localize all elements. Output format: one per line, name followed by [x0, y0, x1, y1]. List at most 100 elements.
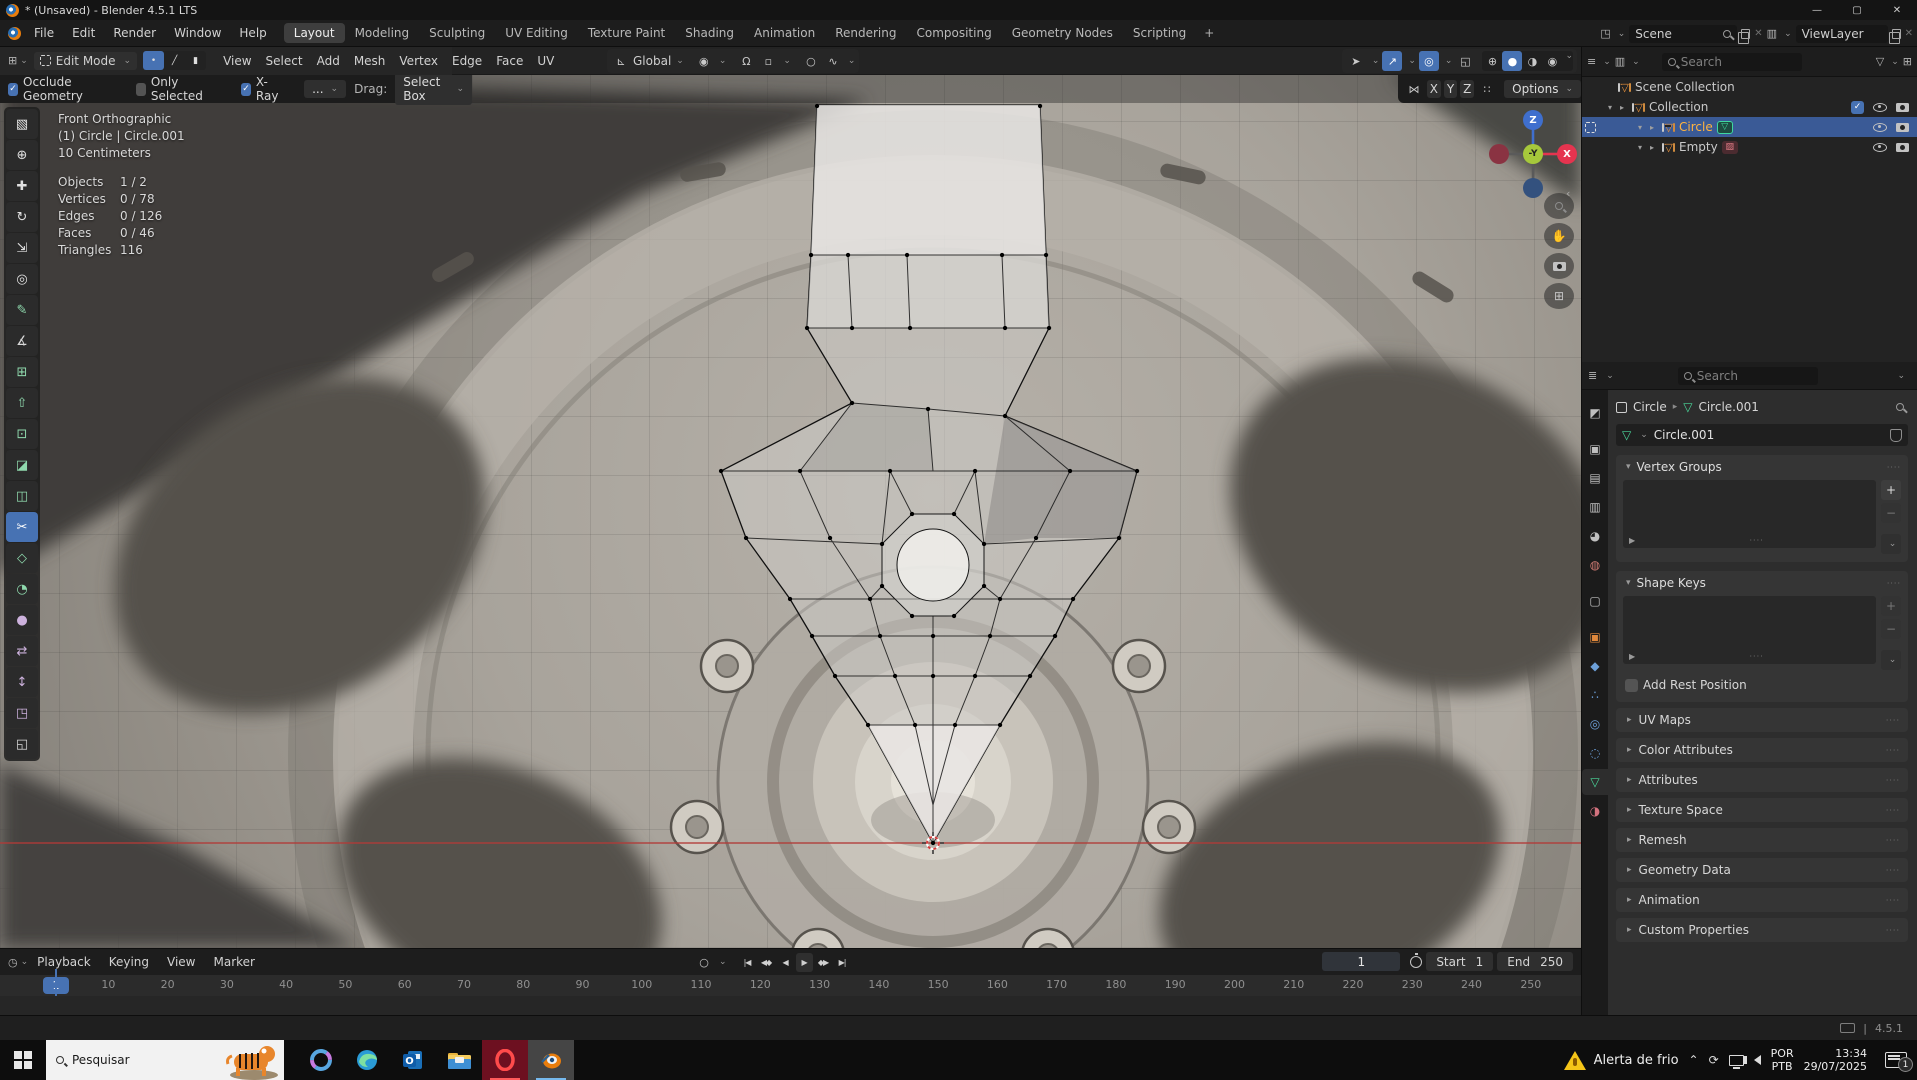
collapsed-panel[interactable]: ▸ Animation ···· — [1616, 888, 1908, 912]
ptab-view-layer[interactable]: ▥ — [1582, 494, 1608, 520]
disable-render-icon[interactable] — [1896, 142, 1909, 152]
sync-tray-icon[interactable]: ⟳ — [1709, 1053, 1719, 1067]
ortho-grid-button[interactable]: ⊞ — [1544, 283, 1574, 309]
ptab-output[interactable]: ▤ — [1582, 465, 1608, 491]
proportional-edit-icon[interactable]: ○ — [801, 51, 821, 71]
breadcrumb-data[interactable]: Circle.001 — [1698, 400, 1758, 414]
expand-icon[interactable]: ▸ — [1650, 123, 1658, 132]
workspace-tab[interactable]: Texture Paint — [578, 23, 675, 43]
only-selected-checkbox[interactable]: Only Selected — [135, 75, 215, 103]
filter-icon[interactable]: ▽ — [1876, 55, 1884, 68]
taskbar-search-input[interactable]: Pesquisar — [46, 1040, 284, 1080]
viewport-menu-item[interactable]: Edge — [445, 51, 489, 71]
new-viewlayer-icon[interactable] — [1888, 28, 1901, 44]
blender-menu-icon[interactable] — [8, 26, 21, 40]
ptab-particles[interactable]: ∴ — [1582, 682, 1608, 708]
proportional-falloff-icon[interactable]: ∿ — [823, 51, 843, 71]
timeline-menu-item[interactable]: View — [158, 952, 204, 972]
viewport-menu-item[interactable]: Face — [489, 51, 530, 71]
hide-eye-icon[interactable] — [1873, 142, 1887, 152]
collapse-icon[interactable]: ▾ — [1626, 578, 1631, 588]
tool-button[interactable]: ● — [6, 605, 38, 635]
collapsed-panel[interactable]: ▸ Color Attributes ···· — [1616, 738, 1908, 762]
expand-icon[interactable]: ▾ — [1638, 123, 1646, 132]
ptab-object[interactable]: ▣ — [1582, 624, 1608, 650]
menu-item[interactable]: File — [25, 23, 63, 43]
xray-checkbox[interactable]: ✓ X-Ray — [241, 75, 282, 103]
wireframe-shading-button[interactable]: ⊕ — [1482, 51, 1502, 71]
tool-button[interactable]: ✂ — [6, 512, 38, 542]
collapsed-panel[interactable]: ▸ Texture Space ···· — [1616, 798, 1908, 822]
chevron-down-icon[interactable]: ⌄ — [1897, 371, 1905, 381]
unlink-scene-icon[interactable]: ✕ — [1754, 28, 1762, 39]
jump-end-button[interactable]: ▶| — [834, 953, 851, 972]
chevron-down-icon[interactable]: ⌄ — [1784, 29, 1792, 39]
disable-render-icon[interactable] — [1896, 122, 1909, 132]
axis-y-front-button[interactable]: -Y — [1523, 144, 1543, 164]
start-button[interactable] — [0, 1040, 46, 1080]
close-button[interactable]: ✕ — [1877, 0, 1917, 20]
face-select-button[interactable]: ▮ — [185, 51, 206, 70]
axis-z-neg-button[interactable] — [1523, 178, 1543, 198]
shape-key-specials-button[interactable]: ⌄ — [1881, 650, 1901, 670]
weather-alert-chip[interactable]: Alerta de frio — [1563, 1050, 1679, 1070]
tool-button[interactable]: ⊡ — [6, 419, 38, 449]
workspace-tab[interactable]: Sculpting — [419, 23, 495, 43]
xray-toggle[interactable]: ◱ — [1455, 51, 1475, 71]
maximize-button[interactable]: ▢ — [1837, 0, 1877, 20]
orientation-icon[interactable]: ⊾ — [611, 51, 631, 71]
zoom-button[interactable] — [1544, 193, 1574, 219]
timeline-menu-item[interactable]: Playback — [28, 952, 100, 972]
grip-icon[interactable]: ···· — [1886, 836, 1900, 845]
options-dropdown[interactable]: Options ⌄ — [1504, 80, 1581, 98]
workspace-tab[interactable]: Shading — [675, 23, 744, 43]
tool-button[interactable]: ↻ — [6, 202, 38, 232]
grip-icon[interactable]: ···· — [1886, 926, 1900, 935]
collapsed-panel[interactable]: ▸ Custom Properties ···· — [1616, 918, 1908, 942]
notification-center-icon[interactable]: 1 — [1885, 1052, 1913, 1072]
remove-viewlayer-icon[interactable]: ✕ — [1905, 28, 1913, 39]
timeline-track[interactable] — [0, 996, 1581, 1016]
remove-shape-key-button[interactable]: − — [1881, 619, 1901, 639]
snap-magnet-icon[interactable]: Ω — [736, 51, 756, 71]
workspace-tab[interactable]: Animation — [744, 23, 825, 43]
tool-button[interactable]: ⇄ — [6, 636, 38, 666]
play-button[interactable]: ▶ — [795, 952, 813, 972]
list-filter-icon[interactable]: ▶ — [1629, 652, 1635, 661]
hidden-icons-chevron[interactable]: ⌃ — [1689, 1053, 1699, 1067]
tool-button[interactable]: ◳ — [6, 698, 38, 728]
tool-button[interactable]: ◱ — [6, 729, 38, 759]
workspace-tab[interactable]: Rendering — [825, 23, 906, 43]
jump-start-button[interactable]: |◀ — [739, 953, 756, 972]
expand-icon[interactable]: ▾ — [1638, 143, 1646, 152]
collection-checkbox[interactable]: ✓ — [1851, 100, 1864, 114]
drag-mode-dropdown[interactable]: Select Box ⌄ — [395, 75, 472, 105]
ptab-world[interactable]: ◍ — [1582, 552, 1608, 578]
viewlayer-selector[interactable]: ViewLayer — [1795, 24, 1888, 43]
play-reverse-button[interactable]: ◀ — [777, 953, 794, 972]
prev-keyframe-button[interactable]: ◀◆ — [758, 953, 775, 972]
edge-select-button[interactable]: ╱ — [164, 51, 185, 70]
mirror-x-button[interactable]: X — [1427, 80, 1441, 98]
panel-title[interactable]: Shape Keys — [1637, 576, 1706, 590]
ptab-physics[interactable]: ◎ — [1582, 711, 1608, 737]
orientation-label[interactable]: Global — [633, 54, 671, 68]
next-keyframe-button[interactable]: ◆▶ — [815, 953, 832, 972]
workspace-tab[interactable]: Geometry Nodes — [1002, 23, 1123, 43]
grip-icon[interactable]: ···· — [1886, 776, 1900, 785]
tool-button[interactable]: ⇲ — [6, 233, 38, 263]
show-gizmo-toggle[interactable]: ↗ — [1382, 51, 1403, 71]
solid-shading-button[interactable]: ● — [1502, 51, 1523, 71]
timeline-ruler[interactable]: 10 20 30 40 50 60 70 80 90 100 110 120 130 140 150 160 1… — [0, 975, 1581, 996]
edge-icon[interactable] — [344, 1040, 390, 1080]
language-indicator[interactable]: POR PTB — [1771, 1047, 1794, 1073]
fake-user-shield-icon[interactable] — [1890, 428, 1902, 442]
tool-button[interactable]: ⇧ — [6, 388, 38, 418]
remove-vertex-group-button[interactable]: − — [1881, 503, 1901, 523]
menu-item[interactable]: Edit — [63, 23, 104, 43]
auto-key-toggle[interactable]: ○ — [694, 952, 714, 972]
viewport-menu-item[interactable]: View — [216, 51, 258, 71]
add-rest-position-checkbox[interactable]: Add Rest Position — [1625, 678, 1899, 692]
breadcrumb-object[interactable]: Circle — [1633, 400, 1667, 414]
outliner-display-mode-icon[interactable]: ≡ — [1587, 55, 1596, 68]
